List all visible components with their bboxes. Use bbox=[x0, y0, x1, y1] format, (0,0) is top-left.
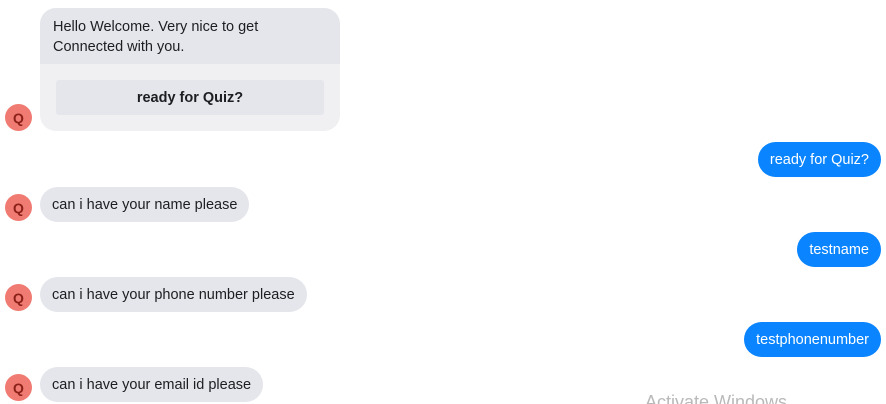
bot-message: can i have your name please bbox=[40, 187, 250, 222]
user-message: ready for Quiz? bbox=[757, 142, 881, 177]
chat-transcript: Hello Welcome. Very nice to get Connecte… bbox=[0, 0, 886, 404]
bot-avatar: Q bbox=[5, 104, 32, 131]
bot-avatar: Q bbox=[5, 374, 32, 401]
bot-message: can i have your phone number please bbox=[40, 277, 307, 312]
bot-message: can i have your email id please bbox=[40, 367, 264, 402]
bot-avatar: Q bbox=[5, 284, 32, 311]
user-message: testphonenumber bbox=[744, 322, 881, 357]
ready-for-quiz-button[interactable]: ready for Quiz? bbox=[56, 80, 324, 115]
welcome-message: Hello Welcome. Very nice to get Connecte… bbox=[40, 8, 340, 64]
user-message: testname bbox=[797, 232, 881, 267]
bot-avatar: Q bbox=[5, 194, 32, 221]
activate-windows-watermark: Activate Windows bbox=[645, 392, 788, 404]
welcome-card: Hello Welcome. Very nice to get Connecte… bbox=[40, 8, 340, 131]
